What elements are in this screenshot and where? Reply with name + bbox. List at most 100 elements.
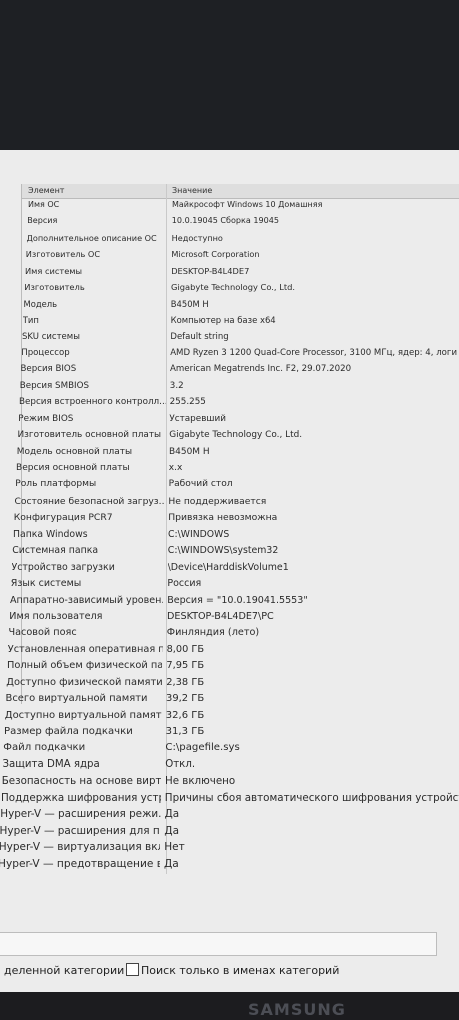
table-row[interactable]: Имя пользователя DESKTOP-B4L4DE7\PC: [0, 609, 459, 625]
search-names-label[interactable]: Поиск только в именах категорий: [141, 964, 339, 977]
row-item-value: 2,38 ГБ: [166, 676, 205, 688]
table-row[interactable]: Модель основной платы B450M H: [0, 445, 459, 461]
table-row[interactable]: Папка Windows C:\WINDOWS: [0, 527, 459, 543]
row-item-value: Откл.: [165, 758, 196, 770]
row-item-value: Недоступно: [171, 232, 223, 243]
row-item-name: Режим BIOS: [18, 413, 74, 424]
table-row[interactable]: Дополнительное описание ОС Недоступно: [0, 231, 459, 247]
row-item-name: Аппаратно-зависимый уровен...: [10, 594, 164, 606]
table-row[interactable]: Hyper-V — предотвращение в... Да: [0, 856, 459, 872]
row-item-value: B450M H: [170, 298, 209, 309]
row-item-name: Hyper-V — предотвращение в...: [0, 857, 160, 870]
table-row[interactable]: Язык системы Россия: [0, 576, 459, 592]
row-item-name: Процессор: [21, 347, 70, 358]
row-item-value: Причины сбоя автоматического шифрования …: [164, 791, 459, 804]
row-item-name: Имя ОС: [28, 200, 60, 209]
row-item-value: Не поддерживается: [168, 495, 267, 507]
row-item-name: Версия: [27, 216, 58, 226]
row-item-name: Hyper-V — виртуализация вкл...: [0, 841, 161, 854]
row-item-name: Доступно виртуальной памяти: [4, 709, 162, 721]
table-row[interactable]: Всего виртуальной памяти 39,2 ГБ: [0, 691, 459, 707]
table-row[interactable]: Версия BIOS American Megatrends Inc. F2, …: [0, 362, 459, 378]
row-item-name: Устройство загрузки: [11, 561, 115, 573]
table-row[interactable]: Полный объем физической па... 7,95 ГБ: [0, 658, 459, 674]
column-header-item[interactable]: Элемент: [28, 186, 64, 195]
table-row[interactable]: Установленная оперативная п... 8,00 ГБ: [0, 642, 459, 658]
row-item-name: Модель основной платы: [16, 446, 133, 457]
table-row[interactable]: Состояние безопасной загруз... Не поддерж…: [0, 494, 459, 510]
row-item-value: Компьютер на базе x64: [170, 315, 276, 326]
table-row[interactable]: Доступно виртуальной памяти 32,6 ГБ: [0, 708, 459, 724]
row-item-name: Папка Windows: [13, 528, 88, 540]
row-item-value: DESKTOP-B4L4DE7: [171, 265, 250, 276]
row-item-value: 255.255: [169, 397, 206, 408]
table-row[interactable]: Модель B450M H: [0, 297, 459, 313]
row-item-value: Рабочий стол: [168, 479, 233, 490]
search-names-checkbox[interactable]: [126, 963, 139, 976]
table-row[interactable]: Конфигурация PCR7 Привязка невозможна: [0, 510, 459, 526]
table-row[interactable]: Версия встроенного контролл... 255.255: [0, 395, 459, 411]
table-row[interactable]: Имя системы DESKTOP-B4L4DE7: [0, 264, 459, 280]
row-item-name: Язык системы: [10, 578, 82, 590]
row-item-value: C:\WINDOWS: [168, 528, 230, 540]
search-options-bar: деленной категории Поиск только в именах…: [0, 958, 459, 982]
row-item-name: Поддержка шифрования устр...: [1, 791, 161, 804]
table-row[interactable]: Режим BIOS Устаревший: [0, 412, 459, 428]
row-item-name: Дополнительное описание ОС: [26, 232, 157, 243]
row-item-value: Да: [164, 808, 180, 821]
table-row[interactable]: Устройство загрузки \Device\HarddiskVolum…: [0, 560, 459, 576]
row-item-name: Состояние безопасной загруз...: [14, 495, 165, 507]
table-row[interactable]: Версия SMBIOS 3.2: [0, 379, 459, 395]
row-item-name: Версия встроенного контролл...: [19, 397, 166, 408]
table-row[interactable]: Изготовитель Gigabyte Technology Co., Ltd…: [0, 280, 459, 296]
row-item-name: Всего виртуальной памяти: [5, 693, 148, 705]
row-item-name: Hyper-V — расширения режи...: [0, 808, 161, 821]
column-header-value[interactable]: Значение: [172, 186, 212, 195]
table-row[interactable]: Часовой пояс Финляндия (лето): [0, 625, 459, 641]
table-row[interactable]: Hyper-V — расширения для п... Да: [0, 823, 459, 839]
row-item-name: Полный объем физической па...: [7, 660, 163, 672]
row-item-name: Изготовитель: [24, 282, 85, 293]
table-row[interactable]: SKU системы Default string: [0, 330, 459, 346]
table-row[interactable]: Системная папка C:\WINDOWS\system32: [0, 543, 459, 559]
table-row[interactable]: Процессор AMD Ryzen 3 1200 Quad-Core Proc…: [0, 346, 459, 362]
table-row[interactable]: Версия основной платы x.x: [0, 461, 459, 477]
row-item-value: Default string: [170, 331, 229, 342]
row-item-value: C:\WINDOWS\system32: [167, 545, 279, 557]
table-row[interactable]: Изготовитель основной платы Gigabyte Tech…: [0, 428, 459, 444]
row-item-name: Имя пользователя: [9, 610, 103, 622]
table-row[interactable]: Безопасность на основе вирту... Не включе…: [0, 773, 459, 789]
row-item-name: Роль платформы: [15, 479, 97, 490]
table-row[interactable]: Hyper-V — расширения режи... Да: [0, 806, 459, 822]
brand-logo: SAMSUNG: [248, 1000, 346, 1019]
row-item-name: Часовой пояс: [8, 627, 77, 639]
row-item-value: Майкрософт Windows 10 Домашняя: [172, 200, 323, 209]
row-item-name: Защита DMA ядра: [2, 758, 100, 770]
table-row[interactable]: Изготовитель ОС Microsoft Corporation: [0, 247, 459, 263]
table-row[interactable]: Hyper-V — виртуализация вкл... Нет: [0, 839, 459, 855]
table-row[interactable]: Роль платформы Рабочий стол: [0, 477, 459, 493]
monitor-bezel-top: [0, 0, 459, 150]
row-item-value: Устаревший: [169, 413, 226, 424]
table-row[interactable]: Защита DMA ядра Откл.: [0, 757, 459, 773]
row-item-value: Версия = "10.0.19041.5553": [167, 594, 308, 606]
table-row[interactable]: Файл подкачки C:\pagefile.sys: [0, 740, 459, 756]
selected-category-label: деленной категории: [4, 964, 125, 977]
system-summary-list: Имя ОС Майкрософт Windows 10 Домашняя Верс…: [0, 198, 459, 872]
row-item-value: 7,95 ГБ: [166, 660, 205, 672]
search-field[interactable]: [0, 932, 437, 956]
row-item-value: DESKTOP-B4L4DE7\PC: [167, 610, 274, 622]
table-row[interactable]: Размер файла подкачки 31,3 ГБ: [0, 724, 459, 740]
table-row[interactable]: Имя ОС Майкрософт Windows 10 Домашняя: [0, 198, 459, 214]
row-item-value: AMD Ryzen 3 1200 Quad-Core Processor, 31…: [170, 347, 458, 358]
row-item-name: Системная папка: [12, 545, 99, 557]
row-item-value: Gigabyte Technology Co., Ltd.: [171, 282, 296, 293]
table-row[interactable]: Аппаратно-зависимый уровен... Версия = "1…: [0, 593, 459, 609]
row-item-name: Изготовитель ОС: [25, 249, 101, 260]
row-item-value: Привязка невозможна: [168, 512, 278, 524]
table-row[interactable]: Тип Компьютер на базе x64: [0, 313, 459, 329]
table-row[interactable]: Доступно физической памяти 2,38 ГБ: [0, 675, 459, 691]
table-row[interactable]: Версия 10.0.19045 Сборка 19045: [0, 214, 459, 230]
system-info-window: Элемент Значение Имя ОС Майкрософт Window…: [0, 150, 459, 992]
table-row[interactable]: Поддержка шифрования устр... Причины сбоя…: [0, 790, 459, 806]
